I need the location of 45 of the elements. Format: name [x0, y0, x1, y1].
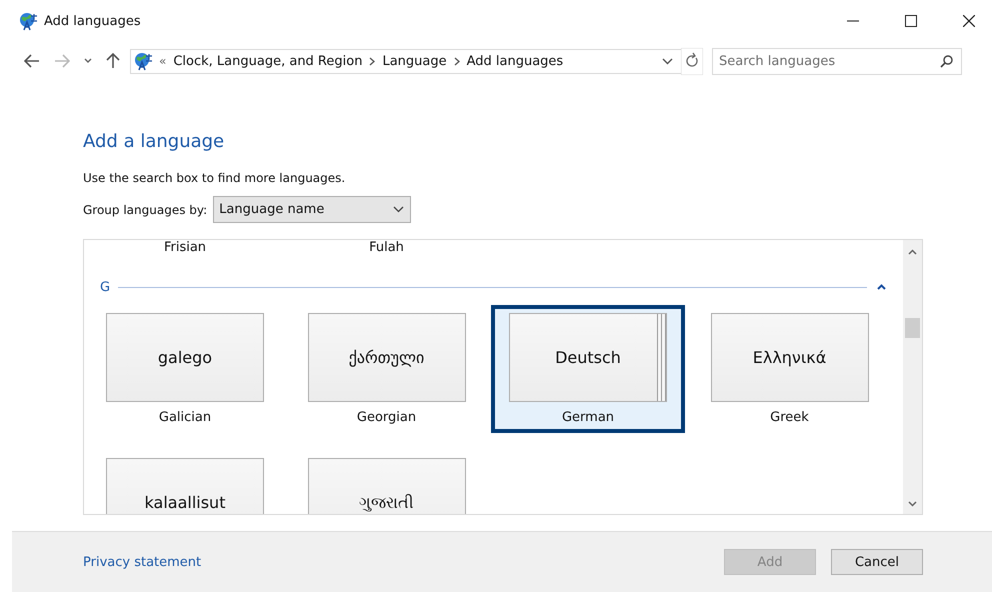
language-globe-icon: [134, 52, 152, 70]
chevron-right-icon: [369, 56, 376, 66]
window-title: Add languages: [44, 14, 141, 28]
selection-frame[interactable]: Deutsch German: [491, 305, 685, 433]
language-name: Greek: [770, 410, 809, 425]
language-name: Georgian: [356, 410, 416, 425]
dropdown-caret-icon[interactable]: [84, 58, 92, 64]
hint-text: Use the search box to find more languages.: [83, 171, 346, 185]
address-bar[interactable]: « Clock, Language, and Region Language Add languages: [130, 48, 682, 74]
close-icon[interactable]: [963, 15, 975, 27]
scroll-down-icon: [908, 501, 917, 507]
dropdown-caret-icon: [393, 206, 404, 213]
language-tile[interactable]: Ελληνικά: [710, 313, 868, 402]
language-tile[interactable]: ગુજરાતી: [308, 458, 466, 514]
search-icon: [940, 54, 953, 68]
breadcrumb-item[interactable]: Clock, Language, and Region: [173, 54, 362, 68]
group-by-label: Group languages by:: [83, 202, 208, 216]
collapse-chevron-icon[interactable]: [877, 284, 886, 290]
language-tile[interactable]: ქართული: [308, 313, 466, 402]
language-name: German: [562, 410, 614, 425]
refresh-icon[interactable]: [681, 48, 703, 74]
up-arrow-icon[interactable]: [106, 53, 120, 69]
group-letter: G: [100, 280, 110, 294]
language-tile[interactable]: kalaallisut: [106, 458, 264, 514]
language-name: Frisian: [164, 240, 206, 255]
overflow-chevron[interactable]: «: [159, 54, 166, 68]
language-name: Fulah: [369, 240, 404, 255]
chevron-right-icon: [454, 56, 460, 66]
language-tile[interactable]: galego: [106, 313, 264, 402]
scroll-up-icon: [908, 249, 917, 255]
breadcrumb-item[interactable]: Language: [382, 54, 447, 68]
dropdown-caret-icon[interactable]: [662, 58, 673, 64]
group-by-dropdown[interactable]: Language name: [213, 196, 412, 223]
page-heading: Add a language: [83, 131, 226, 152]
language-name: Galician: [158, 410, 212, 425]
search-field[interactable]: Search languages: [712, 48, 962, 74]
back-arrow-icon[interactable]: [24, 54, 40, 68]
language-globe-icon: [19, 12, 37, 30]
scrollbar[interactable]: [903, 240, 922, 514]
breadcrumb-item[interactable]: Add languages: [466, 54, 564, 68]
maximize-icon[interactable]: [905, 15, 917, 27]
dialog-button[interactable]: Cancel: [831, 549, 923, 575]
language-tile[interactable]: Deutsch: [509, 313, 667, 402]
privacy-link[interactable]: Privacy statement: [83, 554, 202, 570]
scroll-thumb[interactable]: [905, 318, 920, 338]
